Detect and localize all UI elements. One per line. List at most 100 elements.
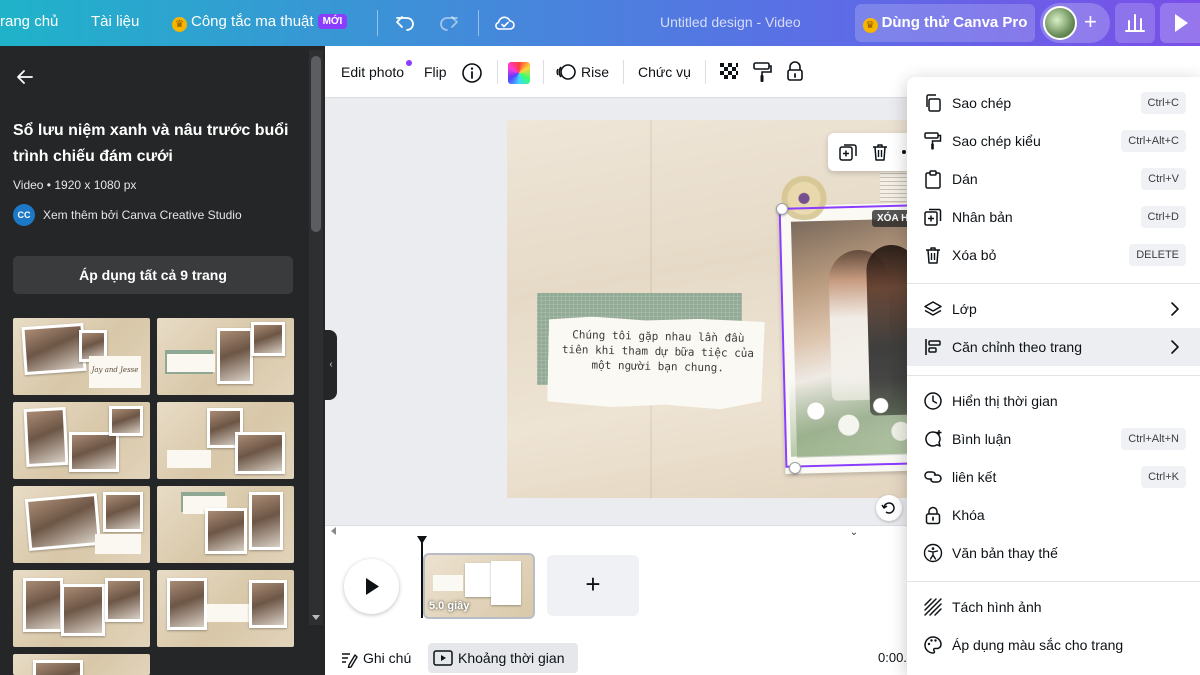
scene-duration: 5.0 giây (429, 600, 470, 612)
menu-item-copy[interactable]: Sao chép Ctrl+C (907, 84, 1200, 122)
share-avatar-button[interactable]: + (1040, 3, 1110, 43)
menu-item-layer[interactable]: Lớp (907, 290, 1200, 328)
accessibility-icon (923, 543, 943, 563)
home-link[interactable]: rang chủ (0, 13, 58, 30)
template-page-thumb-6[interactable] (157, 486, 294, 563)
thumb-note (433, 575, 463, 591)
thumb-photo (23, 578, 63, 632)
play-button[interactable] (344, 559, 399, 614)
magic-switch-label: Công tắc ma thuật (191, 13, 314, 30)
document-title[interactable]: Untitled design - Video (660, 14, 801, 30)
menu-item-show-timing[interactable]: Hiển thị thời gian (907, 382, 1200, 420)
notes-icon (340, 650, 358, 668)
transparency-icon[interactable] (719, 62, 739, 82)
info-icon[interactable] (461, 62, 483, 84)
paint-roller-icon[interactable] (751, 61, 773, 83)
copy-icon (923, 93, 943, 113)
newspaper-clipping-element[interactable] (880, 172, 908, 202)
menu-item-label: liên kết (952, 469, 997, 485)
template-page-thumb-3[interactable] (13, 402, 150, 479)
scroll-down-icon[interactable] (312, 615, 320, 620)
thumb-photo (23, 406, 69, 468)
playhead-knob-icon[interactable] (416, 535, 428, 545)
add-page-button[interactable]: + (547, 555, 639, 616)
edit-photo-button[interactable]: Edit photo (341, 64, 404, 80)
collapse-panel-handle[interactable]: ‹ (325, 330, 337, 400)
thumb-note (167, 354, 215, 372)
link-icon (923, 467, 943, 487)
template-page-thumb-5[interactable] (13, 486, 150, 563)
menu-item-alt-text[interactable]: Văn bản thay thế (907, 534, 1200, 572)
thumb-note: Jay and Jesse (89, 356, 141, 388)
avatar[interactable] (1043, 6, 1077, 40)
note-text[interactable]: Chúng tôi gặp nhau lần đầu tiên khi tham… (560, 327, 757, 376)
menu-item-copy-style[interactable]: Sao chép kiểu Ctrl+Alt+C (907, 122, 1200, 160)
menu-item-link[interactable]: liên kết Ctrl+K (907, 458, 1200, 496)
plus-icon[interactable]: + (1084, 11, 1097, 33)
bar-chart-icon (1125, 14, 1145, 32)
divider (497, 60, 498, 84)
redo-icon[interactable] (437, 11, 461, 35)
thumb-photo (167, 578, 207, 630)
insights-button[interactable] (1115, 3, 1155, 43)
template-page-thumb-4[interactable] (157, 402, 294, 479)
template-title: Sổ lưu niệm xanh và nâu trước buổi trình… (13, 122, 289, 165)
menu-item-detach-image[interactable]: Tách hình ảnh (907, 588, 1200, 626)
thumb-note (95, 534, 141, 554)
divider (705, 60, 706, 84)
apply-all-pages-button[interactable]: Áp dụng tất cả 9 trang (13, 256, 293, 294)
resize-handle[interactable] (789, 462, 801, 474)
thumb-photo (21, 322, 87, 376)
template-page-thumb-1[interactable]: Jay and Jesse (13, 318, 150, 395)
divider (623, 60, 624, 84)
selection-box[interactable] (778, 204, 926, 468)
magic-switch-button[interactable]: ♛ Công tắc ma thuật MỚI (172, 13, 348, 32)
menu-item-label: Lớp (952, 301, 977, 317)
menu-item-apply-colors[interactable]: Áp dụng màu sắc cho trang (907, 626, 1200, 664)
back-arrow-icon[interactable] (14, 66, 36, 88)
resize-handle[interactable] (776, 203, 788, 215)
lock-icon[interactable] (784, 60, 806, 82)
template-page-thumb-2[interactable] (157, 318, 294, 395)
top-bar: rang chủ Tài liệu ♛ Công tắc ma thuật MỚI … (0, 0, 1200, 46)
duplicate-icon (923, 207, 943, 227)
divider (377, 10, 378, 36)
menu-item-label: Tách hình ảnh (952, 599, 1042, 615)
template-page-thumb-7[interactable] (13, 570, 150, 647)
menu-item-comment[interactable]: Bình luận Ctrl+Alt+N (907, 420, 1200, 458)
scroll-left-icon[interactable] (331, 527, 336, 535)
color-picker-swatch[interactable] (508, 62, 530, 84)
animate-icon[interactable] (555, 61, 577, 83)
detach-image-icon (923, 597, 943, 617)
present-button[interactable] (1160, 3, 1200, 43)
try-canva-pro-button[interactable]: ♛ Dùng thử Canva Pro (855, 4, 1035, 42)
undo-icon[interactable] (393, 11, 417, 35)
keyboard-shortcut: DELETE (1129, 244, 1186, 266)
menu-item-label: Căn chỉnh theo trang (952, 339, 1082, 355)
collapse-timeline-icon[interactable]: ⌄ (842, 527, 866, 539)
menu-item-delete[interactable]: Xóa bỏ DELETE (907, 236, 1200, 274)
position-button[interactable]: Chức vụ (638, 64, 691, 80)
thumb-photo (69, 432, 119, 472)
clipboard-icon (923, 169, 943, 189)
menu-item-duplicate[interactable]: Nhân bản Ctrl+D (907, 198, 1200, 236)
rotate-handle[interactable] (876, 495, 902, 521)
menu-item-lock[interactable]: Khóa (907, 496, 1200, 534)
thumb-photo (235, 432, 285, 474)
template-page-thumb-9[interactable] (13, 654, 150, 675)
menu-item-label: Bình luận (952, 431, 1012, 447)
menu-item-paste[interactable]: Dán Ctrl+V (907, 160, 1200, 198)
trash-icon[interactable] (870, 142, 890, 162)
playhead[interactable] (421, 540, 423, 618)
animate-button[interactable]: Rise (581, 64, 609, 80)
cloud-saved-icon[interactable] (493, 11, 517, 35)
file-menu[interactable]: Tài liệu (91, 13, 139, 30)
duplicate-icon[interactable] (838, 142, 858, 162)
menu-item-label: Sao chép (952, 95, 1012, 111)
timeline-toggle-button[interactable]: Khoảng thời gian (428, 643, 578, 673)
new-badge: MỚI (317, 14, 348, 29)
panel-scrollbar-thumb[interactable] (311, 56, 321, 232)
flip-button[interactable]: Flip (424, 64, 447, 80)
menu-item-align-to-page[interactable]: Căn chỉnh theo trang (907, 328, 1200, 366)
template-page-thumb-8[interactable] (157, 570, 294, 647)
